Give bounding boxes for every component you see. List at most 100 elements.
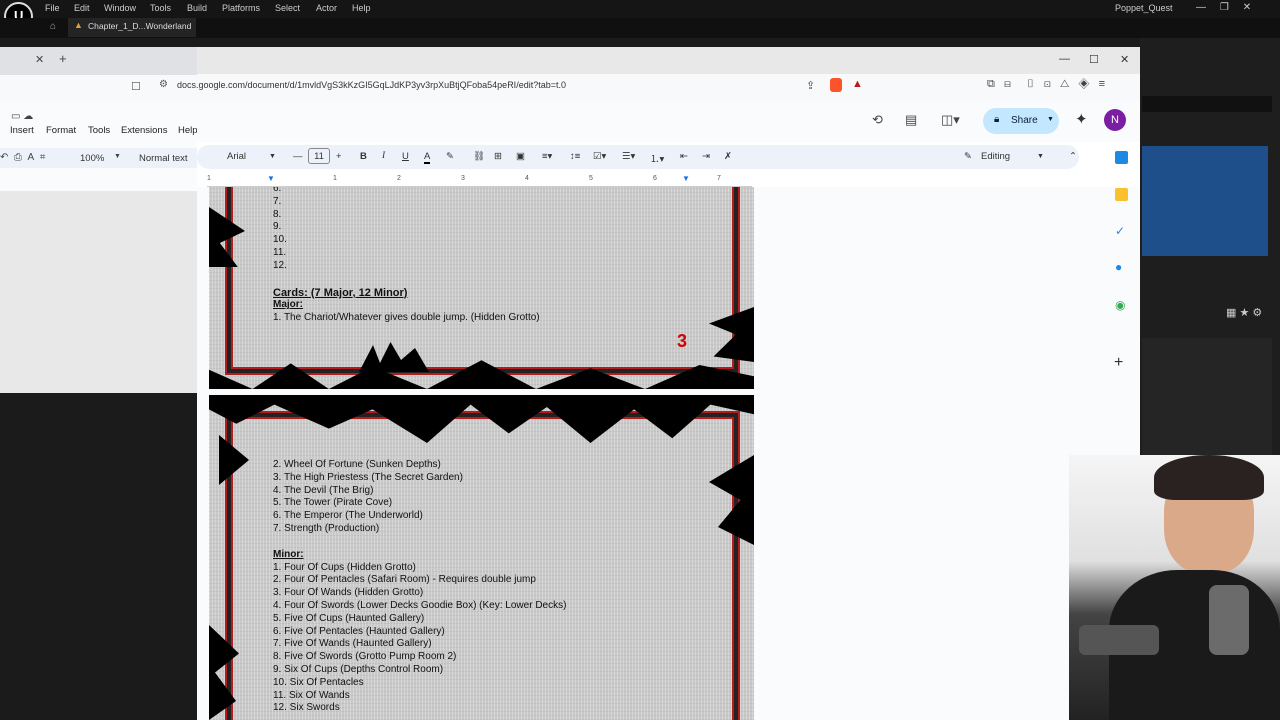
ue-menu-select[interactable]: Select xyxy=(275,3,300,13)
brave-rewards-icon[interactable]: ▲ xyxy=(852,78,863,90)
increase-indent-icon[interactable]: ⇥ xyxy=(702,151,710,162)
ue-menu-help[interactable]: Help xyxy=(352,3,371,13)
undo-print-icons[interactable]: ↶ ⎙ A ⌗ xyxy=(0,152,45,163)
tasks-icon[interactable]: ✓ xyxy=(1115,224,1125,238)
decrease-size-icon[interactable]: — xyxy=(293,151,303,162)
contacts-icon[interactable]: ● xyxy=(1115,260,1122,274)
gemini-icon[interactable]: ✦ xyxy=(1075,110,1088,128)
font-size-input[interactable]: 11 xyxy=(308,148,330,164)
clear-formatting-icon[interactable]: ✗ xyxy=(724,151,732,162)
docs-menu-extensions[interactable]: Extensions xyxy=(121,125,167,136)
list-item: 9. xyxy=(273,221,282,233)
indent-marker-icon[interactable]: ▼ xyxy=(267,174,275,183)
chevron-down-icon[interactable]: ▼ xyxy=(1037,153,1044,160)
ue-menu-build[interactable]: Build xyxy=(187,3,207,13)
highlight-icon[interactable]: ✎ xyxy=(446,151,454,162)
home-icon[interactable]: ⌂ xyxy=(50,21,56,32)
list-item: 3. The High Priestess (The Secret Garden… xyxy=(273,471,463,483)
ue-menu-edit[interactable]: Edit xyxy=(74,3,90,13)
share-page-icon[interactable]: ⇪ xyxy=(806,79,815,92)
ghost-browser-tabs: ✕ + xyxy=(0,47,197,75)
checklist-icon[interactable]: ☑▾ xyxy=(593,151,606,162)
site-info-icon[interactable]: ⚙ xyxy=(159,79,168,90)
close-tab-icon[interactable]: ✕ xyxy=(35,53,44,66)
ue-selected-row[interactable] xyxy=(1142,146,1268,256)
list-item: 2. Wheel Of Fortune (Sunken Depths) xyxy=(273,459,441,470)
list-item: 2. Four Of Pentacles (Safari Room) - Req… xyxy=(273,574,536,586)
list-item: 12. xyxy=(273,259,287,271)
link-icon[interactable]: ⛓ xyxy=(473,151,485,162)
chevron-up-icon[interactable]: ⌃ xyxy=(1069,151,1077,162)
url-text[interactable]: docs.google.com/document/d/1mvldVgS3kKzG… xyxy=(177,80,566,90)
list-item: 4. The Devil (The Brig) xyxy=(273,484,374,496)
ue-menu-actor[interactable]: Actor xyxy=(316,3,337,13)
increase-size-icon[interactable]: + xyxy=(336,151,342,162)
style-select[interactable]: Normal text xyxy=(139,153,188,164)
new-tab-icon[interactable]: + xyxy=(59,51,67,66)
meet-icon[interactable]: ◫▾ xyxy=(941,112,960,128)
bookmark-icon[interactable]: ☐ xyxy=(131,80,141,93)
insert-image-icon[interactable]: ▣ xyxy=(516,151,525,162)
font-select[interactable]: Arial xyxy=(227,151,246,162)
chevron-down-icon[interactable]: ▼ xyxy=(114,153,121,160)
underline-icon[interactable]: U xyxy=(402,151,409,162)
ruler-tick: 1 xyxy=(207,175,211,182)
bold-icon[interactable]: B xyxy=(360,151,367,162)
page-3[interactable]: 6. 7. 8. 9. 10. 11. 12. Cards: (7 Major,… xyxy=(209,187,754,389)
docs-menu-format[interactable]: Format xyxy=(46,125,76,136)
align-icon[interactable]: ≡▾ xyxy=(542,151,552,162)
avatar[interactable]: N xyxy=(1104,109,1126,131)
maps-icon[interactable]: ◉ xyxy=(1115,298,1125,312)
ue-menu-platforms[interactable]: Platforms xyxy=(222,3,260,13)
zoom-select[interactable]: 100% xyxy=(80,153,104,164)
numbered-list-icon[interactable]: ⒈▾ xyxy=(650,151,664,165)
docs-menu-help[interactable]: Help xyxy=(178,125,198,136)
share-button[interactable]: 🔒︎ Share ▼ xyxy=(983,108,1059,134)
decrease-indent-icon[interactable]: ⇤ xyxy=(680,151,688,162)
maximize-icon[interactable]: ☐ xyxy=(1089,53,1099,66)
keep-icon[interactable] xyxy=(1115,188,1128,201)
docs-menu-tools[interactable]: Tools xyxy=(88,125,110,136)
list-item: 8. Five Of Swords (Grotto Pump Room 2) xyxy=(273,651,457,663)
list-item: 3. Four Of Wands (Hidden Grotto) xyxy=(273,587,424,599)
ue-outliner-search xyxy=(1142,96,1272,112)
add-comment-icon[interactable]: ⊞ xyxy=(494,151,502,162)
page-4-text[interactable]: 2. Wheel Of Fortune (Sunken Depths) 3. T… xyxy=(273,459,566,715)
browser-window: — ☐ ✕ ⚙ docs.google.com/document/d/1mvld… xyxy=(159,47,1140,720)
grid-icon[interactable]: ▦ ★ ⚙ xyxy=(1226,306,1262,319)
list-item: 10. Six Of Pentacles xyxy=(273,676,364,688)
page-4[interactable]: 2. Wheel Of Fortune (Sunken Depths) 3. T… xyxy=(209,395,754,720)
ue-menu-tools[interactable]: Tools xyxy=(150,3,171,13)
docs-menu-insert[interactable]: Insert xyxy=(10,125,34,136)
ruler-tick: 1 xyxy=(333,175,337,182)
ue-level-tab[interactable]: ▲ Chapter_1_D...Wonderland xyxy=(68,18,196,37)
chevron-down-icon[interactable]: ▼ xyxy=(1047,116,1054,123)
text-color-icon[interactable]: A xyxy=(424,151,431,164)
bullet-list-icon[interactable]: ☰▾ xyxy=(622,151,635,162)
calendar-icon[interactable] xyxy=(1115,151,1128,164)
document-canvas[interactable]: 6. 7. 8. 9. 10. 11. 12. Cards: (7 Major,… xyxy=(197,187,1140,720)
comments-icon[interactable]: ▤ xyxy=(905,112,917,128)
brave-shield-icon[interactable] xyxy=(830,78,842,92)
extensions-icon[interactable]: ⧉ ⊟ ▯ ⊡ △ ◈ ≡ xyxy=(987,78,1105,91)
chevron-down-icon[interactable]: ▼ xyxy=(269,153,276,160)
folder-icon[interactable]: ▭ ☁ xyxy=(11,111,33,122)
version-history-icon[interactable]: ⟲ xyxy=(872,112,883,128)
ue-menu-window[interactable]: Window xyxy=(104,3,136,13)
right-indent-marker-icon[interactable]: ▼ xyxy=(682,174,690,183)
ue-menu-file[interactable]: File xyxy=(45,3,60,13)
minor-heading: Minor: xyxy=(273,548,304,560)
close-icon[interactable]: ✕ xyxy=(1120,53,1129,66)
page-3-text[interactable]: 6. 7. 8. 9. 10. 11. 12. Cards: (7 Major,… xyxy=(273,187,540,325)
docs-menu-strip: ▭ ☁ Insert Format Tools Extensions Help … xyxy=(0,101,198,191)
address-bar[interactable]: ⚙ docs.google.com/document/d/1mvldVgS3kK… xyxy=(159,74,1140,100)
ue-window-controls[interactable]: — ❐ ✕ xyxy=(1196,2,1251,13)
italic-icon[interactable]: I xyxy=(382,151,385,161)
cards-heading: Cards: (7 Major, 12 Minor) xyxy=(273,286,408,299)
line-spacing-icon[interactable]: ↕≡ xyxy=(570,151,580,162)
add-addon-icon[interactable]: + xyxy=(1114,354,1123,372)
ruler[interactable]: 1 1 2 3 4 5 6 7 ▼ ▼ xyxy=(207,174,752,187)
minimize-icon[interactable]: — xyxy=(1059,53,1070,65)
left-toolbar: ↶ ⎙ A ⌗ 100% ▼ Normal text xyxy=(0,148,197,168)
editing-mode-select[interactable]: Editing xyxy=(981,151,1010,162)
